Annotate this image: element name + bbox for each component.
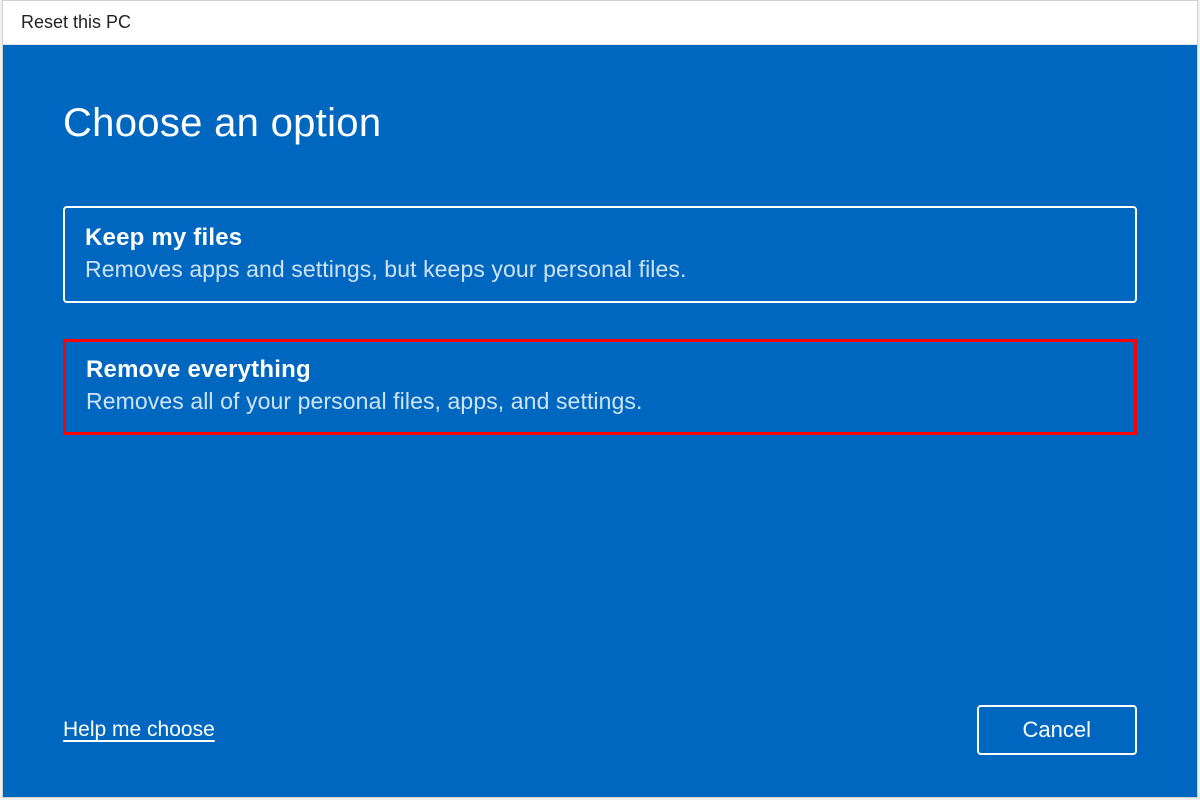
dialog-footer: Help me choose Cancel bbox=[63, 705, 1137, 755]
page-heading: Choose an option bbox=[63, 101, 1137, 146]
option-remove-everything[interactable]: Remove everything Removes all of your pe… bbox=[63, 339, 1137, 435]
window-title: Reset this PC bbox=[21, 12, 131, 33]
reset-pc-dialog: Reset this PC Choose an option Keep my f… bbox=[2, 0, 1198, 798]
option-title: Keep my files bbox=[85, 224, 1115, 252]
help-me-choose-link[interactable]: Help me choose bbox=[63, 718, 215, 742]
cancel-button[interactable]: Cancel bbox=[977, 705, 1137, 755]
option-keep-my-files[interactable]: Keep my files Removes apps and settings,… bbox=[63, 206, 1137, 303]
dialog-body: Choose an option Keep my files Removes a… bbox=[3, 45, 1197, 797]
option-description: Removes apps and settings, but keeps you… bbox=[85, 256, 1115, 283]
titlebar: Reset this PC bbox=[3, 1, 1197, 45]
option-title: Remove everything bbox=[86, 356, 1114, 384]
option-description: Removes all of your personal files, apps… bbox=[86, 388, 1114, 415]
